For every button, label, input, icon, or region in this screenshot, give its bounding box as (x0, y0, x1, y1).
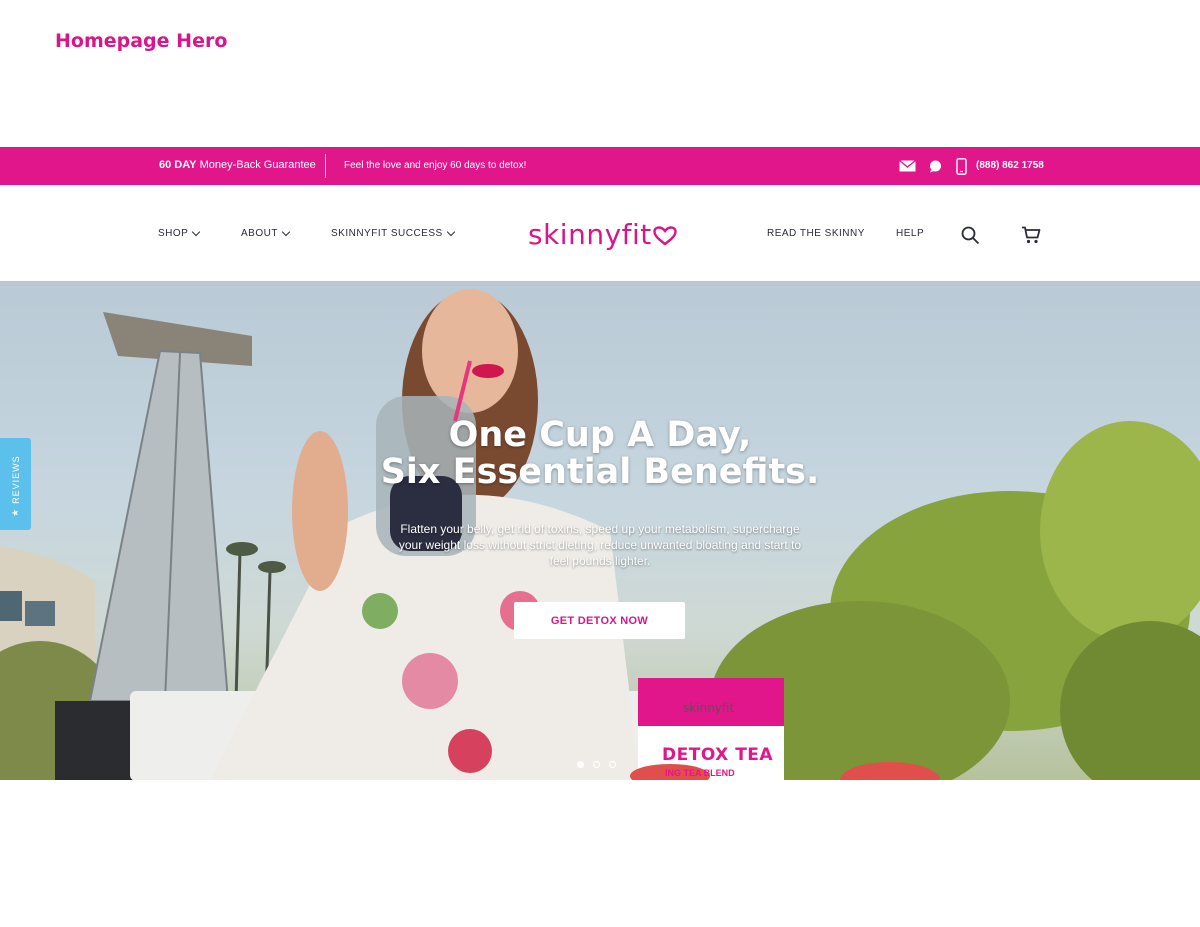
get-detox-now-button[interactable]: GET DETOX NOW (514, 602, 685, 639)
page-label: Homepage Hero (55, 30, 228, 52)
search-icon[interactable] (961, 226, 980, 250)
carousel-dot-3[interactable] (609, 761, 616, 768)
nav-about[interactable]: ABOUT (241, 227, 291, 239)
reviews-tab[interactable]: ★ REVIEWS (0, 438, 31, 530)
carousel-dots (577, 761, 616, 768)
phone-icon[interactable] (956, 147, 967, 185)
nav-skinnyfit-success[interactable]: SKINNYFIT SUCCESS (331, 227, 455, 239)
guarantee-text: 60 DAY Money-Back Guarantee (159, 159, 316, 171)
nav-shop[interactable]: SHOP (158, 227, 201, 239)
carousel-dot-1[interactable] (577, 761, 584, 768)
package-brand: skinnyfit (683, 701, 735, 715)
nav-help[interactable]: HELP (896, 228, 924, 239)
chevron-down-icon (446, 227, 455, 237)
heart-icon (653, 226, 677, 246)
reviews-label: REVIEWS (10, 455, 21, 504)
chevron-down-icon (192, 227, 201, 237)
promo-tagline: Feel the love and enjoy 60 days to detox… (344, 160, 527, 171)
package-name: DETOX TEA (662, 745, 774, 765)
brand-logo[interactable]: skinny fit (528, 218, 677, 251)
chat-icon[interactable] (929, 147, 942, 185)
promo-divider (325, 154, 326, 178)
chevron-down-icon (281, 227, 291, 237)
package-subtitle: ING TEA BLEND (665, 768, 735, 778)
cart-icon[interactable] (1021, 226, 1041, 249)
hero-subtitle: Flatten your belly, get rid of toxins, s… (398, 522, 802, 568)
phone-number[interactable]: (888) 862 1758 (976, 160, 1044, 171)
hero-title: One Cup A Day, Six Essential Benefits. (380, 415, 820, 492)
mail-icon[interactable] (899, 147, 916, 185)
hero-banner: One Cup A Day, Six Essential Benefits. F… (0, 281, 1200, 780)
star-icon: ★ (10, 507, 20, 517)
nav-read-the-skinny[interactable]: READ THE SKINNY (767, 228, 865, 239)
carousel-dot-2[interactable] (593, 761, 600, 768)
promo-bar: 60 DAY Money-Back Guarantee Feel the lov… (0, 147, 1200, 185)
main-nav: SHOP ABOUT SKINNYFIT SUCCESS skinny fit R… (0, 185, 1200, 281)
